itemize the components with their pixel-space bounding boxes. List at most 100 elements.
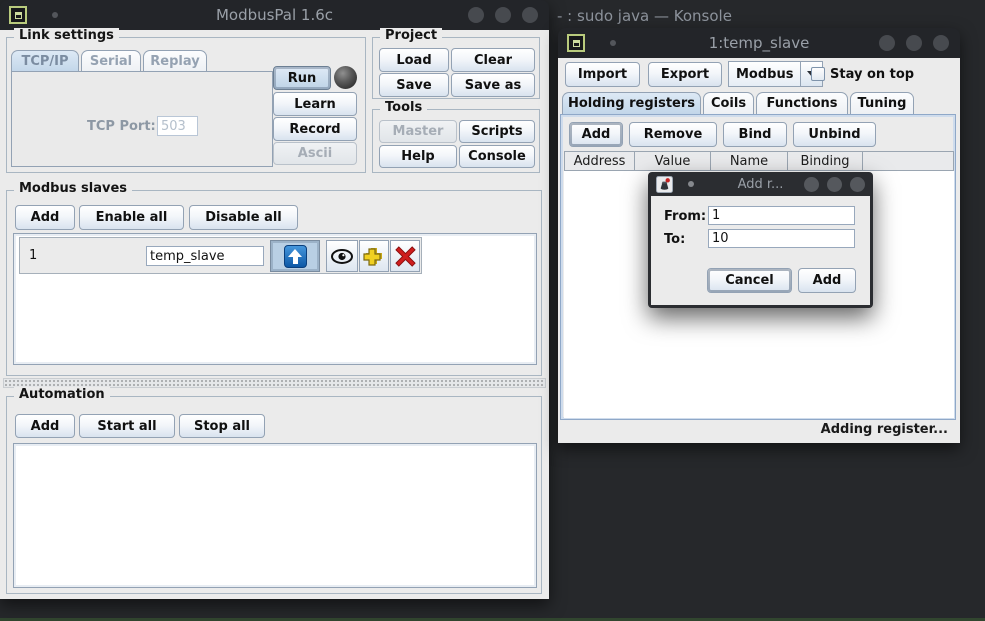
enable-all-button[interactable]: Enable all — [79, 205, 184, 230]
plus-icon — [363, 245, 385, 267]
stay-on-top-checkbox[interactable] — [811, 67, 825, 81]
save-button[interactable]: Save — [379, 73, 449, 97]
tab-coils[interactable]: Coils — [703, 92, 754, 114]
app-icon[interactable] — [567, 34, 585, 52]
tools-group: Tools Master Scripts Help Console — [372, 109, 540, 173]
import-button[interactable]: Import — [565, 62, 640, 87]
registers-table-header: Address Value Name Binding — [564, 151, 954, 171]
from-label: From: — [664, 209, 706, 224]
column-header-address[interactable]: Address — [564, 151, 635, 171]
minimize-button[interactable] — [804, 177, 819, 192]
modbuspal-window: ModbusPal 1.6c Link settings TCP/IP Seri… — [0, 0, 549, 599]
status-message: Adding register... — [821, 422, 948, 437]
java-app-icon[interactable] — [656, 176, 673, 193]
project-label: Project — [380, 28, 442, 43]
dialog-titlebar: Add r... — [648, 172, 873, 196]
tab-serial[interactable]: Serial — [81, 50, 141, 72]
tcp-port-input[interactable] — [157, 116, 198, 136]
window-title: ModbusPal 1.6c — [0, 6, 549, 24]
modbuspal-body: Link settings TCP/IP Serial Replay TCP P… — [0, 30, 549, 599]
x-icon — [395, 246, 416, 267]
close-button[interactable] — [850, 177, 865, 192]
implementation-select[interactable]: Modbus — [728, 61, 823, 87]
record-button[interactable]: Record — [273, 117, 357, 141]
titlebar-pin-icon — [610, 40, 616, 46]
start-all-button[interactable]: Start all — [79, 414, 175, 438]
app-icon-glyph — [15, 12, 22, 19]
konsole-window-title: - : sudo java — Konsole — [557, 7, 732, 25]
scripts-button[interactable]: Scripts — [459, 120, 535, 143]
add-register-button[interactable]: Add — [569, 122, 623, 147]
app-icon[interactable] — [9, 6, 27, 24]
remove-register-button[interactable]: Remove — [629, 122, 717, 147]
bind-button[interactable]: Bind — [723, 122, 787, 147]
cancel-button[interactable]: Cancel — [707, 268, 792, 293]
implementation-value: Modbus — [728, 61, 801, 87]
column-header-value[interactable]: Value — [635, 151, 711, 171]
add-slave-button[interactable]: Add — [15, 205, 75, 230]
eye-icon — [330, 248, 354, 264]
tab-tcpip[interactable]: TCP/IP — [11, 50, 79, 72]
slave-titlebar: 1:temp_slave — [558, 28, 960, 58]
close-button[interactable] — [933, 35, 949, 51]
minimize-button[interactable] — [468, 7, 484, 23]
stay-on-top-label: Stay on top — [830, 67, 914, 82]
automation-list-panel — [13, 443, 537, 588]
link-settings-label: Link settings — [14, 28, 119, 43]
maximize-button[interactable] — [495, 7, 511, 23]
clear-button[interactable]: Clear — [451, 48, 535, 72]
slave-delete-button[interactable] — [390, 240, 420, 272]
learn-button[interactable]: Learn — [273, 92, 357, 116]
up-arrow-icon — [284, 245, 307, 268]
titlebar-pin-icon — [52, 12, 58, 18]
tab-tuning[interactable]: Tuning — [850, 92, 914, 114]
load-button[interactable]: Load — [379, 48, 449, 72]
help-button[interactable]: Help — [379, 145, 457, 168]
stop-all-button[interactable]: Stop all — [179, 414, 265, 438]
tab-holding-registers[interactable]: Holding registers — [562, 92, 701, 114]
column-header-binding[interactable]: Binding — [788, 151, 863, 171]
tools-label: Tools — [380, 100, 427, 115]
slave-name-input[interactable] — [146, 246, 264, 266]
app-icon-glyph — [573, 40, 580, 47]
unbind-button[interactable]: Unbind — [793, 122, 876, 147]
master-button: Master — [379, 120, 457, 143]
maximize-button[interactable] — [906, 35, 922, 51]
modbuspal-titlebar: ModbusPal 1.6c — [0, 0, 549, 30]
window-controls — [879, 35, 949, 51]
slave-id: 1 — [29, 248, 37, 263]
tcpip-tab-panel: TCP Port: — [11, 71, 273, 167]
tcp-port-label: TCP Port: — [87, 119, 156, 134]
disable-all-button[interactable]: Disable all — [189, 205, 298, 230]
run-led-indicator — [334, 66, 357, 89]
project-group: Project Load Clear Save Save as — [372, 37, 540, 99]
from-input[interactable] — [708, 206, 855, 225]
maximize-button[interactable] — [827, 177, 842, 192]
add-automation-button[interactable]: Add — [15, 414, 75, 438]
ascii-button: Ascii — [273, 142, 357, 165]
slave-add-button[interactable] — [359, 240, 389, 272]
save-as-button[interactable]: Save as — [451, 73, 535, 97]
add-button[interactable]: Add — [798, 268, 856, 293]
column-header-filler — [863, 151, 954, 171]
dialog-window-controls — [804, 177, 865, 192]
close-button[interactable] — [522, 7, 538, 23]
automation-group: Automation Add Start all Stop all — [6, 396, 542, 594]
slave-row: 1 — [19, 237, 422, 274]
to-input[interactable] — [708, 229, 855, 248]
export-button[interactable]: Export — [648, 62, 722, 87]
tab-functions[interactable]: Functions — [756, 92, 848, 114]
slaves-list-panel: 1 — [13, 233, 537, 365]
add-register-dialog: Add r... From: To: Cancel Add — [648, 172, 873, 308]
column-header-name[interactable]: Name — [711, 151, 788, 171]
run-button[interactable]: Run — [273, 66, 331, 90]
slave-enable-toggle[interactable] — [270, 240, 320, 272]
minimize-button[interactable] — [879, 35, 895, 51]
dialog-body: From: To: Cancel Add — [651, 196, 870, 305]
automation-label: Automation — [14, 387, 110, 402]
link-settings-group: Link settings TCP/IP Serial Replay TCP P… — [6, 37, 366, 173]
console-button[interactable]: Console — [459, 145, 535, 168]
tab-replay[interactable]: Replay — [143, 50, 207, 72]
window-controls — [468, 7, 538, 23]
slave-view-button[interactable] — [326, 240, 358, 272]
